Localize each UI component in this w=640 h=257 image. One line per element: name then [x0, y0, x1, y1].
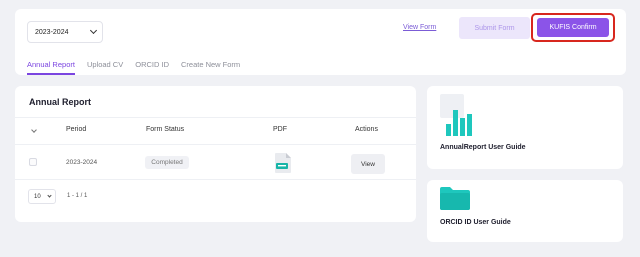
guide-label-annual-report: AnnualReport User Guide	[440, 144, 526, 151]
tab-orcid-id[interactable]: ORCID ID	[135, 60, 169, 75]
top-toolbar: 2023-2024 View Form Submit Form KUFIS Co…	[15, 9, 626, 75]
kufis-highlight: KUFIS Confirm	[531, 13, 615, 42]
kufis-confirm-button[interactable]: KUFIS Confirm	[537, 18, 609, 37]
column-header-actions: Actions	[355, 126, 378, 133]
pdf-file-icon[interactable]	[275, 153, 291, 173]
divider	[15, 179, 416, 180]
bar-chart-icon	[440, 94, 472, 136]
year-select-value: 2023-2024	[35, 28, 69, 36]
expand-all-chevron-icon[interactable]	[31, 127, 37, 133]
guide-label-orcid: ORCID ID User Guide	[440, 219, 511, 226]
annual-report-card: Annual Report Period Form Status PDF Act…	[15, 86, 416, 222]
folder-icon	[440, 187, 470, 210]
column-header-period: Period	[66, 126, 87, 133]
tab-annual-report[interactable]: Annual Report	[27, 60, 75, 75]
view-button[interactable]: View	[351, 154, 385, 174]
card-title: Annual Report	[29, 97, 91, 107]
year-select[interactable]: 2023-2024	[27, 21, 103, 43]
row-checkbox[interactable]	[29, 158, 37, 166]
row-period: 2023-2024	[66, 159, 98, 166]
annual-report-guide-card[interactable]: AnnualReport User Guide	[427, 86, 623, 169]
chevron-down-icon	[47, 193, 52, 198]
page-size-value: 10	[34, 193, 41, 200]
orcid-guide-card[interactable]: ORCID ID User Guide	[427, 180, 623, 242]
tab-upload-cv[interactable]: Upload CV	[87, 60, 123, 75]
pagination-range: 1 - 1 / 1	[67, 193, 88, 199]
column-header-pdf: PDF	[273, 126, 287, 133]
tab-create-new-form[interactable]: Create New Form	[181, 60, 240, 75]
view-form-link[interactable]: View Form	[403, 24, 436, 31]
status-badge: Completed	[145, 156, 189, 169]
divider	[15, 117, 416, 118]
column-header-form-status: Form Status	[146, 126, 185, 133]
page-size-select[interactable]: 10	[28, 189, 56, 204]
submit-form-button[interactable]: Submit Form	[459, 17, 530, 39]
divider	[15, 144, 416, 145]
chevron-down-icon	[89, 26, 98, 35]
tab-bar: Annual Report Upload CV ORCID ID Create …	[27, 60, 240, 75]
